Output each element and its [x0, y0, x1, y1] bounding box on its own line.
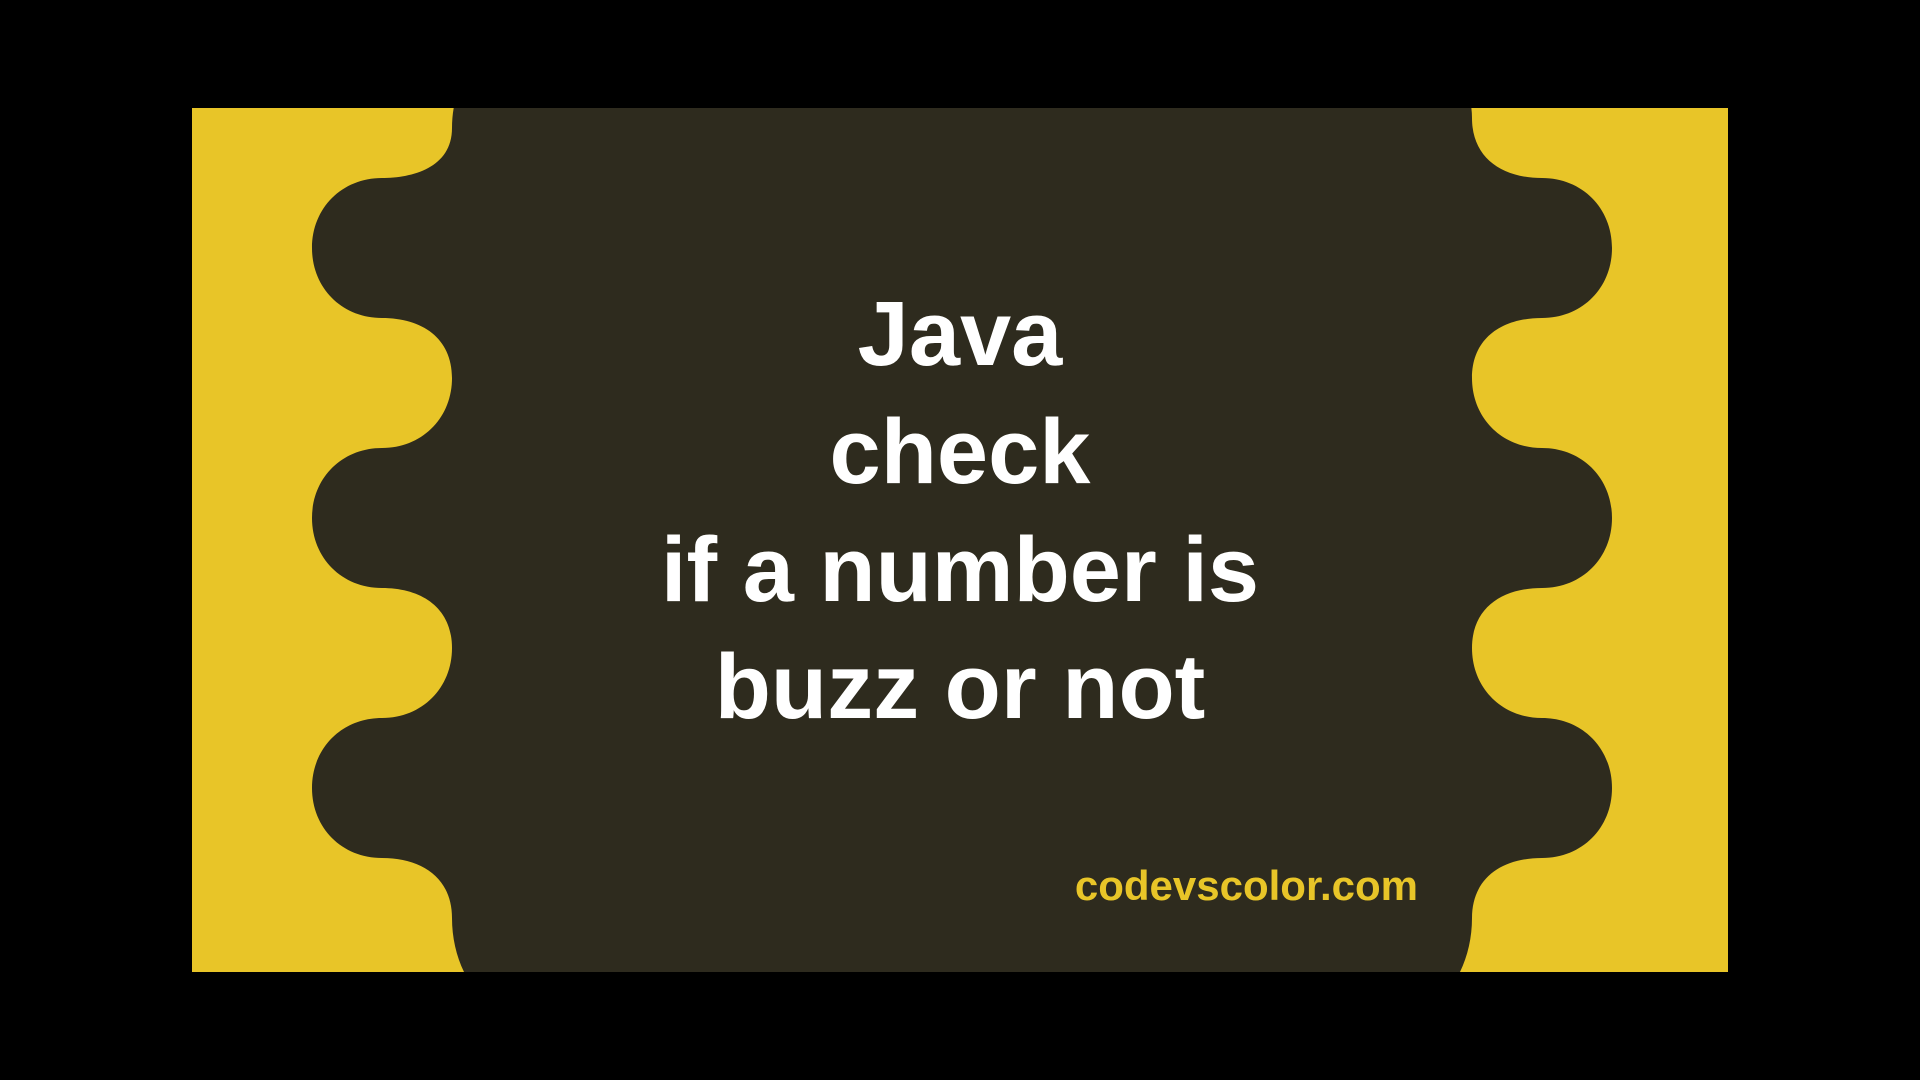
- title-line-1: Java: [269, 276, 1651, 394]
- title-text: Java check if a number is buzz or not: [269, 276, 1651, 747]
- title-line-4: buzz or not: [269, 629, 1651, 747]
- banner-card: Java check if a number is buzz or not co…: [192, 108, 1728, 972]
- watermark-text: codevscolor.com: [1075, 862, 1418, 910]
- title-line-2: check: [269, 394, 1651, 512]
- title-line-3: if a number is: [269, 512, 1651, 630]
